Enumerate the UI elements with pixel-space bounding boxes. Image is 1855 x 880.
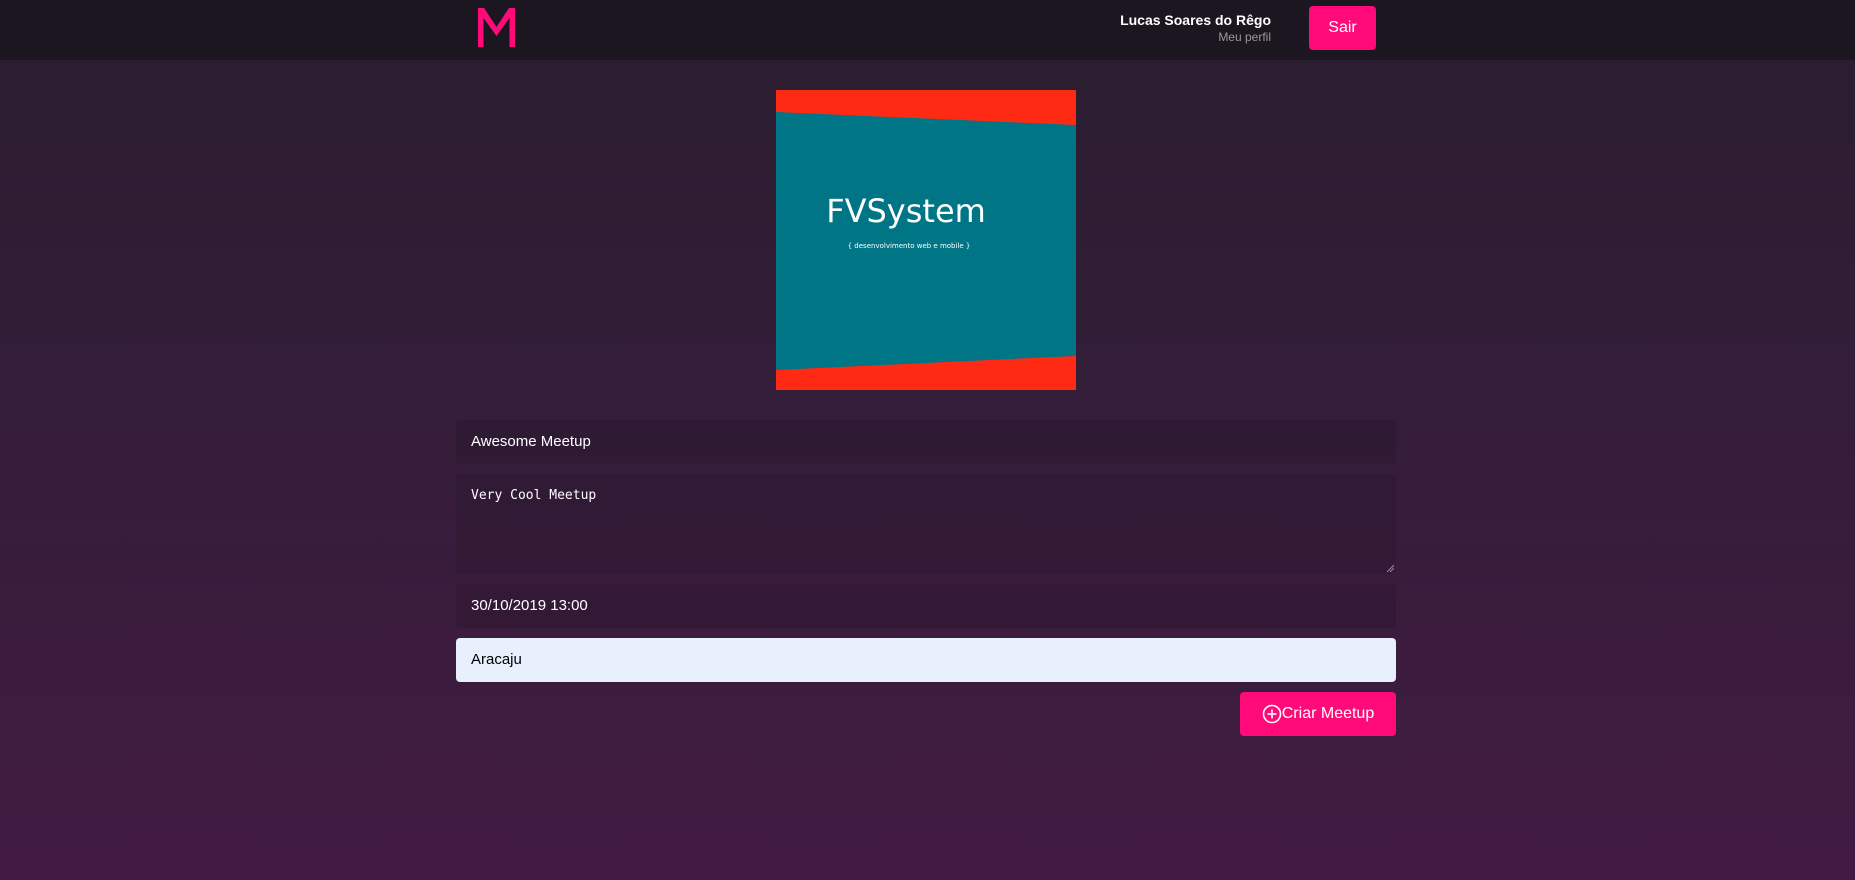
- form-actions: Criar Meetup: [456, 692, 1396, 736]
- add-circle-icon: [1262, 704, 1282, 724]
- banner-subtitle: { desenvolvimento web e mobile }: [848, 242, 971, 250]
- meetapp-logo-icon[interactable]: [474, 5, 519, 49]
- create-meetup-button[interactable]: Criar Meetup: [1240, 692, 1396, 736]
- location-input[interactable]: Aracaju: [456, 638, 1396, 682]
- resize-handle-icon[interactable]: [1386, 564, 1394, 572]
- top-navbar: Lucas Soares do Rêgo Meu perfil Sair: [0, 0, 1855, 60]
- user-profile: Lucas Soares do Rêgo Meu perfil: [1120, 12, 1271, 45]
- meetup-form: Awesome Meetup Very Cool Meetup 30/10/20…: [456, 420, 1396, 736]
- banner-graphic: FVSystem { desenvolvimento web e mobile …: [776, 90, 1076, 390]
- user-name: Lucas Soares do Rêgo: [1120, 12, 1271, 28]
- create-meetup-label: Criar Meetup: [1281, 705, 1375, 722]
- profile-link[interactable]: Meu perfil: [1120, 29, 1271, 45]
- meetup-banner-image[interactable]: FVSystem { desenvolvimento web e mobile …: [776, 90, 1076, 390]
- date-input[interactable]: 30/10/2019 13:00: [456, 584, 1396, 628]
- logout-button[interactable]: Sair: [1309, 6, 1376, 50]
- description-textarea[interactable]: Very Cool Meetup: [456, 474, 1396, 574]
- title-input[interactable]: Awesome Meetup: [456, 420, 1396, 464]
- description-text: Very Cool Meetup: [471, 488, 597, 503]
- banner-title: FVSystem: [826, 192, 986, 230]
